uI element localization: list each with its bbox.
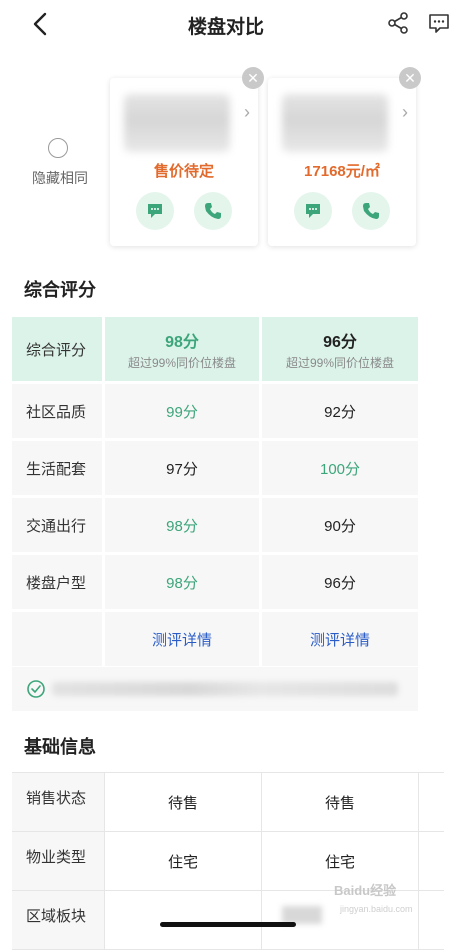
row-label: 综合评分	[12, 317, 102, 381]
row-label: 交通出行	[12, 498, 102, 552]
empty-cell	[418, 773, 444, 831]
score-value: 97分	[166, 460, 198, 478]
chevron-right-icon: ›	[244, 102, 250, 122]
call-button[interactable]	[352, 192, 390, 230]
row-label: 物业类型	[12, 832, 104, 890]
score-value: 90分	[324, 517, 356, 535]
chat-button[interactable]	[136, 192, 174, 230]
phone-icon	[363, 203, 379, 219]
score-row: 生活配套 97分 100分	[12, 441, 418, 495]
info-value: 待售	[104, 773, 261, 831]
section-title-score: 综合评分	[24, 280, 96, 300]
info-value: 住宅	[104, 832, 261, 890]
section-title-basic: 基础信息	[24, 737, 96, 757]
score-value: 98分	[166, 517, 198, 535]
home-indicator[interactable]	[160, 922, 296, 927]
score-subtext: 超过99%同价位楼盘	[127, 355, 237, 370]
chevron-right-icon: ›	[402, 102, 408, 122]
score-row-details: 测评详情 测评详情	[12, 612, 418, 666]
project-name-blurred	[124, 94, 230, 152]
score-value: 99分	[166, 403, 198, 421]
overall-score-1: 98分 超过99%同价位楼盘	[105, 317, 259, 381]
info-value: 待售	[261, 773, 418, 831]
note-text-blurred	[52, 682, 398, 696]
score-row-overall: 综合评分 98分 超过99%同价位楼盘 96分 超过99%同价位楼盘	[12, 317, 418, 381]
chat-bubble-icon[interactable]	[427, 11, 451, 35]
empty-cell	[418, 891, 444, 949]
score-note-row	[12, 667, 418, 711]
info-value	[104, 891, 261, 949]
phone-icon	[205, 203, 221, 219]
project-name-blurred	[282, 94, 388, 152]
hide-same-radio[interactable]	[48, 138, 68, 158]
row-label: 区域板块	[12, 891, 104, 949]
row-label: 社区品质	[12, 384, 102, 438]
hide-same-label: 隐藏相同	[32, 170, 88, 186]
project-price: 售价待定	[153, 163, 214, 180]
remove-project-1-button[interactable]: ✕	[242, 67, 264, 89]
remove-project-2-button[interactable]: ✕	[399, 67, 421, 89]
score-value: 98分	[165, 333, 199, 351]
project-card-2[interactable]: › 17168元/㎡	[268, 78, 416, 246]
call-button[interactable]	[194, 192, 232, 230]
project-card-1[interactable]: › 售价待定	[110, 78, 258, 246]
row-label: 销售状态	[12, 773, 104, 831]
score-value: 98分	[166, 574, 198, 592]
check-circle-icon	[27, 680, 45, 698]
score-value: 96分	[323, 333, 357, 351]
watermark-url: jingyan.baidu.com	[340, 904, 413, 914]
chat-icon	[148, 204, 162, 218]
project-price: 17168元/㎡	[304, 163, 380, 180]
score-table: 综合评分 98分 超过99%同价位楼盘 96分 超过99%同价位楼盘 社区品质 …	[12, 317, 418, 669]
empty-cell	[418, 832, 444, 890]
row-label: 楼盘户型	[12, 555, 102, 609]
empty-cell	[12, 612, 102, 666]
score-row: 交通出行 98分 90分	[12, 498, 418, 552]
info-row: 区域板块	[12, 891, 444, 950]
score-value: 96分	[324, 574, 356, 592]
score-subtext: 超过99%同价位楼盘	[285, 355, 395, 370]
score-value: 100分	[319, 460, 361, 478]
score-value: 92分	[324, 403, 356, 421]
page-title: 楼盘对比	[187, 17, 264, 38]
row-label: 生活配套	[12, 441, 102, 495]
chat-icon	[306, 204, 320, 218]
score-row: 社区品质 99分 92分	[12, 384, 418, 438]
score-row: 楼盘户型 98分 96分	[12, 555, 418, 609]
detail-link-1[interactable]: 测评详情	[152, 629, 212, 650]
detail-link-2[interactable]: 测评详情	[310, 629, 370, 650]
overall-score-2: 96分 超过99%同价位楼盘	[262, 317, 418, 381]
chat-button[interactable]	[294, 192, 332, 230]
share-icon[interactable]	[386, 11, 410, 35]
info-row: 销售状态 待售 待售	[12, 773, 444, 832]
watermark: Baidu经验	[334, 883, 397, 898]
